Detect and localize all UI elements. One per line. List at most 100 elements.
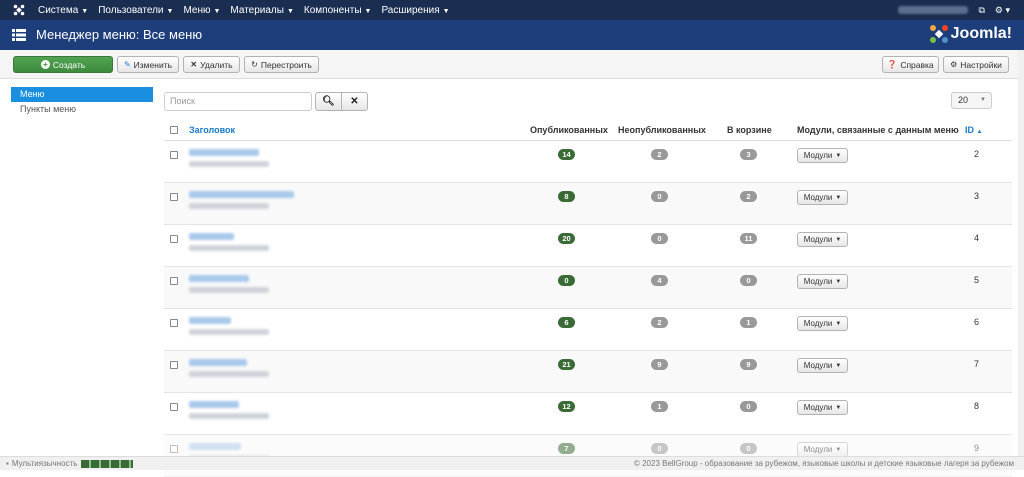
column-title[interactable]: Заголовок — [189, 125, 235, 135]
sort-asc-icon: ▲ — [976, 129, 983, 135]
menu-title-blurred[interactable] — [189, 233, 234, 240]
published-count-badge[interactable]: 7 — [558, 443, 575, 454]
published-count-badge[interactable]: 20 — [558, 233, 575, 244]
published-count-badge[interactable]: 0 — [558, 275, 575, 286]
row-id: 5 — [974, 275, 980, 285]
trashed-count-badge[interactable]: 0 — [740, 275, 757, 286]
menu-system[interactable]: Система ▼ — [38, 5, 88, 16]
list-limit-value: 20 — [958, 95, 969, 105]
trashed-count-badge[interactable]: 0 — [740, 443, 757, 454]
modules-dropdown-button[interactable]: Модули ▼ — [797, 232, 848, 247]
menu-title-blurred[interactable] — [189, 317, 231, 324]
menu-content-label: Материалы — [230, 4, 284, 16]
menu-extensions-label: Расширения — [381, 4, 440, 16]
multilang-status[interactable]: ▪ Мультиязычность — [6, 459, 134, 468]
published-count-badge[interactable]: 6 — [558, 317, 575, 328]
published-count-badge[interactable]: 21 — [558, 359, 575, 370]
table-row: 20 0 11 Модули ▼ 4 — [164, 225, 1012, 267]
trashed-count-badge[interactable]: 0 — [740, 401, 757, 412]
menu-title-blurred[interactable] — [189, 275, 249, 282]
unpublished-count-badge[interactable]: 2 — [651, 149, 668, 160]
trashed-count-badge[interactable]: 2 — [740, 191, 757, 202]
published-count-badge[interactable]: 8 — [558, 191, 575, 202]
menu-users[interactable]: Пользователи ▼ — [98, 5, 173, 16]
published-count-badge[interactable]: 14 — [558, 149, 575, 160]
menu-menus[interactable]: Меню ▼ — [183, 5, 220, 16]
search-button[interactable]: 🔍︎ — [315, 92, 342, 111]
row-checkbox[interactable] — [170, 277, 178, 285]
delete-button[interactable]: ✕ Удалить — [183, 56, 240, 73]
list-limit-select[interactable]: 20 ▼ — [951, 92, 992, 109]
unpublished-count-badge[interactable]: 4 — [651, 275, 668, 286]
published-count-badge[interactable]: 12 — [558, 401, 575, 412]
table-row: 12 1 0 Модули ▼ 8 — [164, 393, 1012, 435]
sidebar: Меню Пункты меню — [11, 87, 153, 117]
unpublished-count-badge[interactable]: 1 — [651, 401, 668, 412]
row-checkbox[interactable] — [170, 361, 178, 369]
chevron-down-icon: ▼ — [213, 7, 221, 15]
scrollbar[interactable] — [1018, 50, 1024, 456]
edit-button[interactable]: ✎ Изменить — [117, 56, 179, 73]
unpublished-count-badge[interactable]: 2 — [651, 317, 668, 328]
gear-icon[interactable]: ⚙ ▾ — [995, 5, 1010, 16]
user-name-blurred[interactable] — [898, 6, 969, 14]
copyright-text: © 2023 BellGroup - образование за рубежо… — [633, 459, 1014, 468]
search-input[interactable]: Поиск — [164, 92, 312, 111]
menu-title-blurred[interactable] — [189, 401, 239, 408]
help-button[interactable]: ❓ Справка — [882, 56, 939, 73]
question-icon: ❓ — [887, 60, 898, 69]
unpublished-count-badge[interactable]: 0 — [651, 233, 668, 244]
row-checkbox[interactable] — [170, 403, 178, 411]
menu-content[interactable]: Материалы ▼ — [230, 5, 293, 16]
menu-title-blurred[interactable] — [189, 359, 247, 366]
chevron-down-icon: ▼ — [835, 362, 842, 369]
clear-button[interactable]: ✕ — [341, 92, 368, 111]
modules-dropdown-button[interactable]: Модули ▼ — [797, 316, 848, 331]
menu-title-blurred[interactable] — [189, 149, 259, 156]
row-checkbox[interactable] — [170, 151, 178, 159]
chevron-down-icon: ▼ — [835, 320, 842, 327]
column-id[interactable]: ID ▲ — [965, 125, 982, 135]
menu-title-blurred[interactable] — [189, 191, 294, 198]
menu-title-blurred[interactable] — [189, 443, 241, 450]
modules-dropdown-button[interactable]: Модули ▼ — [797, 358, 848, 373]
menu-extensions[interactable]: Расширения ▼ — [381, 5, 449, 16]
chevron-down-icon: ▼ — [835, 194, 842, 201]
modules-dropdown-button[interactable]: Модули ▼ — [797, 400, 848, 415]
external-link-icon[interactable]: ⧉ — [978, 5, 984, 16]
rebuild-button[interactable]: ↻ Перестроить — [244, 56, 319, 73]
edit-icon: ✎ — [123, 60, 131, 69]
row-checkbox[interactable] — [170, 445, 178, 453]
row-checkbox[interactable] — [170, 319, 178, 327]
chevron-down-icon: ▼ — [286, 7, 294, 15]
row-checkbox[interactable] — [170, 193, 178, 201]
create-button[interactable]: + Создать — [13, 56, 113, 73]
trashed-count-badge[interactable]: 3 — [740, 149, 757, 160]
modules-label: Модули — [803, 277, 833, 286]
trashed-count-badge[interactable]: 9 — [740, 359, 757, 370]
refresh-icon: ↻ — [251, 60, 258, 69]
trashed-count-badge[interactable]: 1 — [740, 317, 757, 328]
column-id-label: ID — [965, 125, 974, 135]
modules-dropdown-button[interactable]: Модули ▼ — [797, 274, 848, 289]
trashed-count-badge[interactable]: 11 — [740, 233, 757, 244]
sidebar-item-menu-items[interactable]: Пункты меню — [11, 102, 153, 117]
row-checkbox[interactable] — [170, 235, 178, 243]
select-all-checkbox[interactable] — [170, 126, 178, 134]
unpublished-count-badge[interactable]: 9 — [651, 359, 668, 370]
unpublished-count-badge[interactable]: 0 — [651, 443, 668, 454]
menu-components[interactable]: Компоненты ▼ — [304, 5, 372, 16]
sidebar-item-menus[interactable]: Меню — [11, 87, 153, 102]
modules-dropdown-button[interactable]: Модули ▼ — [797, 442, 848, 457]
modules-dropdown-button[interactable]: Модули ▼ — [797, 190, 848, 205]
top-navbar: Система ▼ Пользователи ▼ Меню ▼ Материалы ▼ … — [0, 0, 1024, 20]
chevron-down-icon: ▼ — [835, 236, 842, 243]
unpublished-count-badge[interactable]: 0 — [651, 191, 668, 202]
nav-right: ⧉ ⚙ ▾ — [898, 0, 1010, 20]
modules-dropdown-button[interactable]: Модули ▼ — [797, 148, 848, 163]
joomla-logo-icon[interactable] — [13, 4, 25, 16]
page-header: Менеджер меню: Все меню Joomla! — [0, 20, 1024, 50]
options-button[interactable]: ⚙ Настройки — [943, 56, 1009, 73]
search-icon: 🔍︎ — [322, 96, 335, 107]
multilang-label: Мультиязычность — [11, 459, 78, 468]
